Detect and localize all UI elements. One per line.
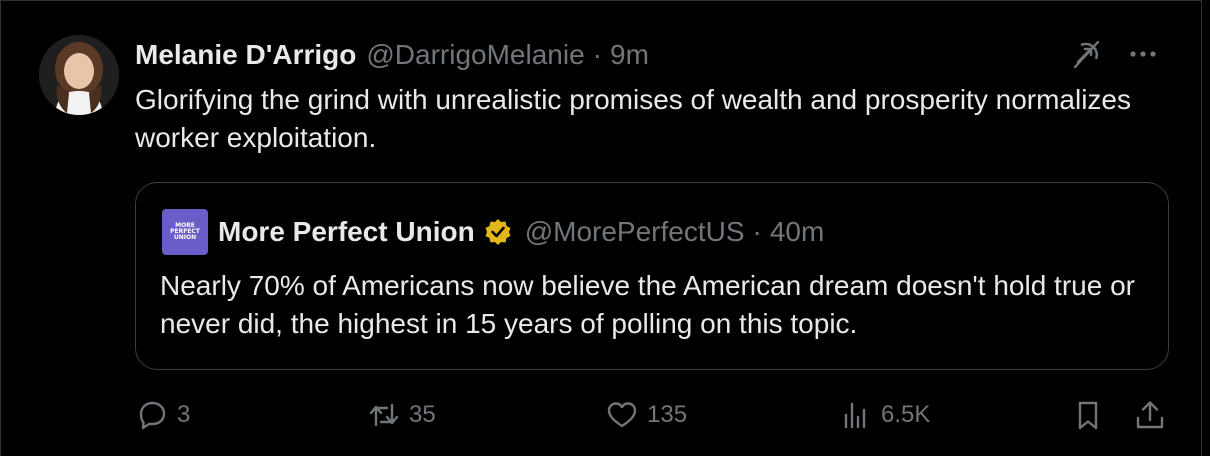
tweet-actions-bar: 3 35 135 6.5K: [135, 393, 1169, 437]
repost-count: 35: [409, 401, 436, 428]
quoted-author-handle[interactable]: @MorePerfectUS: [525, 216, 745, 248]
quoted-tweet-header: More Perfect Union @MorePerfectUS · 40m: [218, 213, 824, 251]
separator-dot: ·: [592, 39, 602, 70]
bookmark-icon: [1071, 398, 1105, 432]
like-button[interactable]: 135: [605, 393, 687, 437]
share-icon: [1133, 398, 1167, 432]
quoted-author-name[interactable]: More Perfect Union: [218, 216, 475, 248]
like-icon: [605, 398, 639, 432]
views-count: 6.5K: [881, 401, 931, 428]
tweet-text: Glorifying the grind with unrealistic pr…: [135, 84, 1131, 153]
like-count: 135: [647, 401, 688, 428]
quoted-tweet[interactable]: MORE PERFECT UNION More Perfect Union @M…: [135, 182, 1169, 370]
bookmark-button[interactable]: [1071, 393, 1105, 437]
reply-icon: [135, 398, 169, 432]
more-icon[interactable]: [1129, 49, 1157, 59]
author-avatar[interactable]: [39, 35, 119, 115]
verified-badge-icon: [483, 217, 513, 247]
author-name[interactable]: Melanie D'Arrigo: [135, 39, 356, 71]
grok-icon[interactable]: [1069, 37, 1103, 71]
reply-button[interactable]: 3: [135, 393, 190, 437]
views-icon: [839, 398, 873, 432]
author-handle[interactable]: @DarrigoMelanie: [366, 39, 584, 71]
separator-dot: ·: [752, 216, 762, 247]
logo-text-line: UNION: [173, 234, 197, 241]
tweet-header: Melanie D'Arrigo @DarrigoMelanie · 9m: [135, 37, 649, 73]
repost-icon: [367, 398, 401, 432]
repost-button[interactable]: 35: [367, 393, 436, 437]
quoted-author-logo[interactable]: MORE PERFECT UNION: [162, 209, 208, 255]
tweet-container[interactable]: Melanie D'Arrigo @DarrigoMelanie · 9m Gl…: [0, 0, 1202, 456]
share-button[interactable]: [1133, 393, 1167, 437]
views-button[interactable]: 6.5K: [839, 393, 930, 437]
quoted-tweet-text: Nearly 70% of Americans now believe the …: [160, 270, 1135, 339]
reply-count: 3: [177, 401, 191, 428]
tweet-time[interactable]: 9m: [610, 39, 649, 71]
quoted-tweet-time[interactable]: 40m: [770, 216, 824, 248]
tweet-top-actions: [1069, 37, 1157, 71]
